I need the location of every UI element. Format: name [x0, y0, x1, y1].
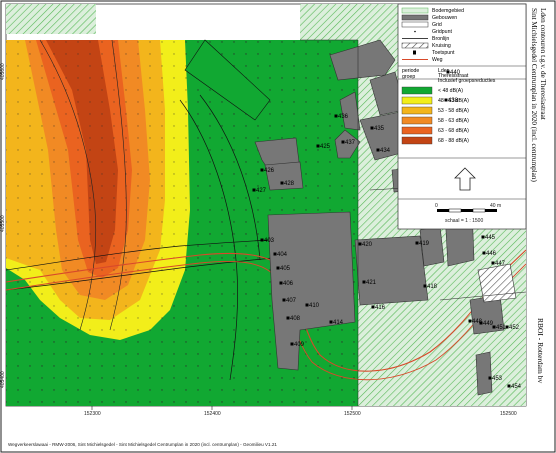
noise-class-label-4: 58 - 63 dB(A) — [438, 118, 469, 124]
legend-label-2: Gebouwen — [432, 15, 457, 21]
legend-label-1: Bodemgebied — [432, 8, 464, 14]
svg-text:435: 435 — [374, 126, 385, 132]
svg-text:404: 404 — [277, 252, 288, 258]
svg-text:405: 405 — [280, 266, 291, 272]
svg-text:427: 427 — [256, 188, 267, 194]
x-tick-2: 152400 — [204, 411, 221, 417]
noise-class-label-5: 63 - 68 dB(A) — [438, 128, 469, 134]
svg-text:452: 452 — [509, 325, 520, 331]
noise-class-swatch-2 — [401, 96, 433, 105]
svg-text:449: 449 — [483, 321, 494, 327]
y-tick-2: 405500 — [0, 215, 6, 232]
legend-symbol-2 — [401, 14, 429, 21]
footer-right: RBOI - Rotterdam bv — [536, 318, 545, 383]
svg-text:434: 434 — [380, 148, 391, 154]
scale-tick-0: 0 — [435, 203, 438, 209]
svg-text:403: 403 — [264, 238, 275, 244]
scale-tick-40: 40 m — [490, 203, 501, 209]
svg-text:414: 414 — [333, 320, 344, 326]
legend-label-6: Kruising — [432, 43, 451, 49]
legend-label-3: Grid — [432, 22, 442, 28]
noise-class-swatch-6 — [401, 136, 433, 145]
svg-text:426: 426 — [264, 168, 275, 174]
svg-text:408: 408 — [290, 316, 301, 322]
map-title-line2: Lden contouren t.g.v. de Theresiastraat — [539, 8, 547, 120]
svg-text:436: 436 — [338, 114, 349, 120]
legend-label-4: Gridpunt — [432, 29, 452, 35]
svg-text:420: 420 — [362, 242, 373, 248]
groepsreducties-label: Inclusief groepsreducties — [438, 78, 496, 84]
legend-symbol-6 — [401, 42, 429, 49]
svg-text:454: 454 — [511, 384, 522, 390]
svg-text:418: 418 — [427, 284, 438, 290]
legend-symbol-1 — [401, 7, 429, 14]
svg-text:445: 445 — [485, 235, 496, 241]
svg-text:451: 451 — [496, 325, 507, 331]
svg-text:446: 446 — [486, 251, 497, 257]
map-title-line1: Sint Michielsgedel Centrumplan in 2020 (… — [530, 8, 538, 182]
svg-text:437: 437 — [345, 140, 356, 146]
svg-text:410: 410 — [309, 303, 320, 309]
svg-text:453: 453 — [492, 376, 503, 382]
scale-label: schaal = 1 : 1500 — [445, 218, 483, 224]
svg-text:407: 407 — [286, 298, 297, 304]
svg-text:421: 421 — [366, 280, 377, 286]
noise-class-label-3: 53 - 58 dB(A) — [438, 108, 469, 114]
noise-class-swatch-5 — [401, 126, 433, 135]
legend-label-8: Weg — [432, 57, 443, 63]
noise-class-swatch-1 — [401, 86, 433, 95]
x-tick-4: 152500 — [500, 411, 517, 417]
svg-text:438: 438 — [448, 98, 459, 104]
svg-text:406: 406 — [283, 281, 294, 287]
legend-symbol-4 — [414, 30, 416, 33]
noise-class-label-6: 68 - 88 dB(A) — [438, 138, 469, 144]
legend-panel: BodemgebiedGebouwenGridGridpuntBronlijnK… — [397, 3, 527, 230]
svg-text:440: 440 — [450, 70, 461, 76]
footer-left: Wegverkeerslawaai - RMW-2006, Sint Michi… — [8, 442, 277, 447]
groep-label: groep — [402, 74, 415, 80]
legend-label-7: Toetspunt — [432, 50, 455, 56]
svg-text:447: 447 — [495, 261, 506, 267]
x-tick-1: 152300 — [84, 411, 101, 417]
svg-text:425: 425 — [320, 144, 331, 150]
noise-class-swatch-3 — [401, 106, 433, 115]
noise-class-swatch-4 — [401, 116, 433, 125]
noise-class-label-1: < 48 dB(A) — [438, 88, 463, 94]
x-tick-3: 152500 — [344, 411, 361, 417]
svg-text:409: 409 — [294, 342, 305, 348]
svg-text:416: 416 — [375, 305, 386, 311]
map-frame: Bodemgebied Gebouwen Grid Gridpunt Bronlijn K… — [0, 0, 556, 453]
y-tick-3: 405400 — [0, 371, 6, 388]
svg-text:428: 428 — [284, 181, 295, 187]
svg-text:419: 419 — [419, 241, 430, 247]
y-tick-1: 405600 — [0, 63, 6, 80]
legend-symbol-7 — [413, 50, 416, 55]
legend-label-5: Bronlijn — [432, 36, 449, 42]
